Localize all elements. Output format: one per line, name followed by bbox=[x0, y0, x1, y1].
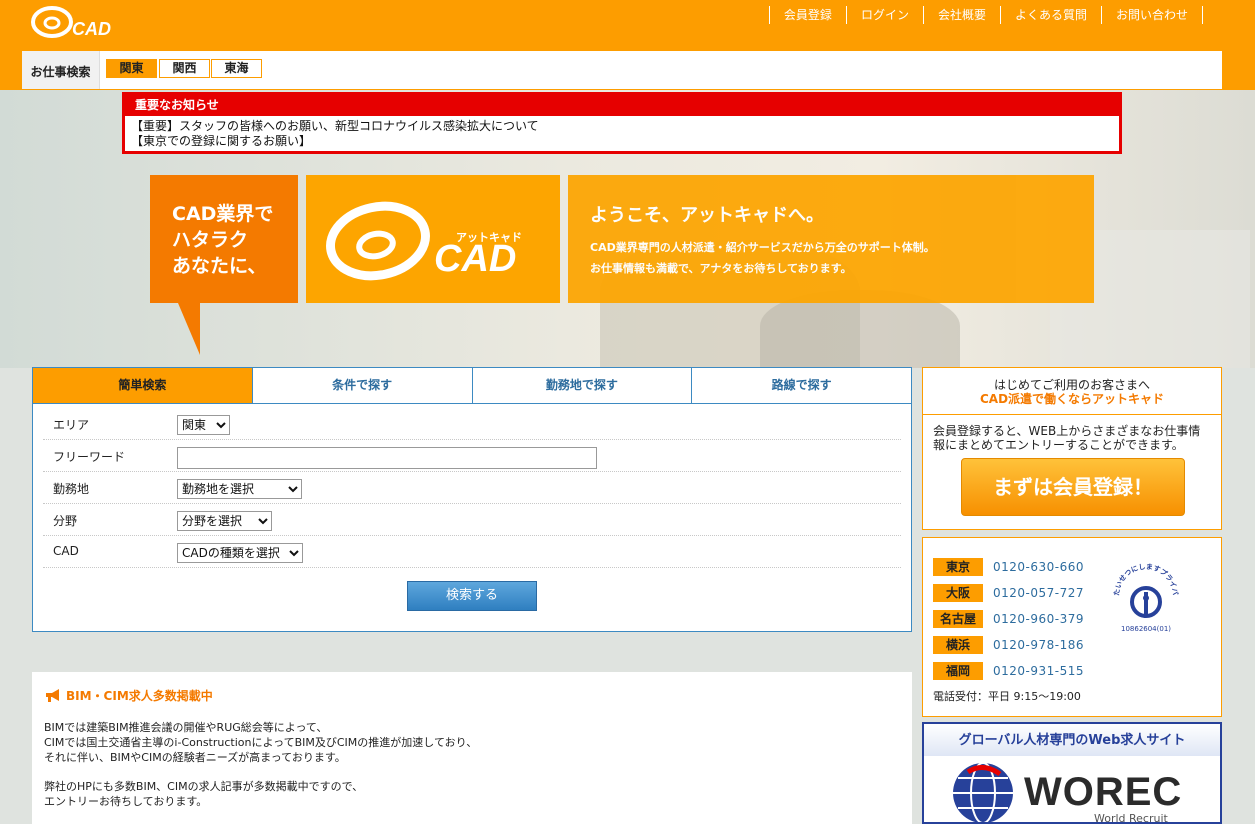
bim-title: BIM・CIM求人多数掲載中 bbox=[44, 686, 902, 704]
field-select[interactable]: 分野を選択 bbox=[177, 511, 272, 531]
city-label: 大阪 bbox=[933, 584, 983, 602]
tab-condition-search[interactable]: 条件で探す bbox=[252, 368, 473, 403]
bim-title-text: BIM・CIM求人多数掲載中 bbox=[66, 688, 213, 703]
nav-login[interactable]: ログイン bbox=[845, 6, 923, 24]
important-notice: 重要なお知らせ 【重要】スタッフの皆様へのお願い、新型コロナウイルス感染拡大につ… bbox=[122, 92, 1122, 154]
tab-simple-search[interactable]: 簡単検索 bbox=[33, 368, 253, 403]
megaphone-icon bbox=[46, 689, 59, 702]
register-desc: 会員登録すると、WEB上からさまざまなお仕事情報にまとめてエントリーすることがで… bbox=[933, 424, 1201, 452]
phone-row: 横浜 0120-978-186 bbox=[933, 632, 1211, 658]
region-kansai[interactable]: 関西 bbox=[159, 59, 210, 78]
hero-catchphrase: CAD業界で ハタラク あなたに、 bbox=[150, 175, 298, 303]
bim-line: エントリーお待ちしております。 bbox=[44, 795, 208, 808]
area-label: エリア bbox=[53, 418, 90, 432]
welcome-desc: CAD業界専門の人材派遣・紹介サービスだから万全のサポート体制。 bbox=[590, 241, 935, 254]
welcome-desc: お仕事情報も満載で、アナタをお待ちしております。 bbox=[590, 262, 852, 275]
city-label: 名古屋 bbox=[933, 610, 983, 628]
bim-line: BIMでは建築BIM推進会議の開催やRUG総会等によって、 bbox=[44, 721, 328, 734]
globe-icon bbox=[953, 762, 1013, 822]
region-tokai[interactable]: 東海 bbox=[211, 59, 262, 78]
phone-number[interactable]: 0120-630-660 bbox=[993, 560, 1084, 574]
nav-register[interactable]: 会員登録 bbox=[768, 6, 846, 24]
register-intro: はじめてご利用のお客さまへ bbox=[993, 378, 1150, 392]
nav-company[interactable]: 会社概要 bbox=[922, 6, 1000, 24]
form-row: フリーワード bbox=[43, 440, 901, 472]
privacy-number: 10862604(01) bbox=[1121, 625, 1171, 633]
worec-name: WOREC bbox=[1024, 770, 1183, 814]
privacy-mark-icon[interactable]: たいせつにしますプライバシー 10862604(01) bbox=[1111, 562, 1181, 634]
bim-line: それに伴い、BIMやCIMの経験者ニーズが高まっております。 bbox=[44, 751, 346, 764]
form-row: 勤務地 勤務地を選択 bbox=[43, 472, 901, 504]
city-label: 福岡 bbox=[933, 662, 983, 680]
job-search-bar: お仕事検索 関東 関西 東海 bbox=[22, 51, 1222, 89]
city-label: 東京 bbox=[933, 558, 983, 576]
phone-number[interactable]: 0120-057-727 bbox=[993, 586, 1084, 600]
area-select[interactable]: 関東 bbox=[177, 415, 230, 435]
catch-line: ハタラク bbox=[172, 229, 249, 251]
phone-panel: 東京 0120-630-660 大阪 0120-057-727 名古屋 0120… bbox=[922, 537, 1222, 717]
hero-logo-box: アットキャド CAD bbox=[306, 175, 560, 303]
logo-text: CAD bbox=[72, 19, 111, 39]
notice-item[interactable]: 【東京での登録に関するお願い】 bbox=[131, 134, 1113, 149]
privacy-arc-text: たいせつにしますプライバシー bbox=[1111, 562, 1179, 596]
catch-line: あなたに、 bbox=[172, 255, 267, 277]
hero-logo-text: CAD bbox=[434, 238, 516, 280]
register-button[interactable]: まずは会員登録！ bbox=[961, 458, 1185, 516]
bim-line: 弊社のHPにも多数BIM、CIMの求人記事が多数掲載中ですので、 bbox=[44, 780, 364, 793]
phone-hours: 電話受付：平日 9:15〜19:00 bbox=[933, 690, 1081, 703]
search-tabs: 簡単検索 条件で探す 勤務地で探す 路線で探す bbox=[33, 368, 911, 404]
cad-select[interactable]: CADの種類を選択 bbox=[177, 543, 303, 563]
phone-number[interactable]: 0120-960-379 bbox=[993, 612, 1084, 626]
worec-subtitle: World Recruit bbox=[1094, 812, 1168, 824]
city-label: 横浜 bbox=[933, 636, 983, 654]
register-panel: はじめてご利用のお客さまへ CAD派遣で働くならアットキャド 会員登録すると、W… bbox=[922, 367, 1222, 530]
worec-title: グローバル人材専門のWeb求人サイト bbox=[924, 724, 1220, 756]
field-label: 分野 bbox=[53, 514, 78, 528]
notice-list: 【重要】スタッフの皆様へのお願い、新型コロナウイルス感染拡大について 【東京での… bbox=[125, 116, 1119, 149]
bim-cim-section: BIM・CIM求人多数掲載中 BIMでは建築BIM推進会議の開催やRUG総会等に… bbox=[32, 672, 912, 824]
form-row: CAD CADの種類を選択 bbox=[43, 536, 901, 568]
register-catch: CAD派遣で働くならアットキャド bbox=[979, 392, 1165, 406]
hero-welcome: ようこそ、アットキャドへ。 CAD業界専門の人材派遣・紹介サービスだから万全のサ… bbox=[568, 175, 1094, 303]
location-select[interactable]: 勤務地を選択 bbox=[177, 479, 302, 499]
site-header: CAD 会員登録 ログイン 会社概要 よくある質問 お問い合わせ お仕事検索 関… bbox=[0, 0, 1255, 90]
top-nav: 会員登録 ログイン 会社概要 よくある質問 お問い合わせ bbox=[768, 6, 1203, 24]
nav-contact[interactable]: お問い合わせ bbox=[1100, 6, 1203, 24]
phone-row: 福岡 0120-931-515 bbox=[933, 658, 1211, 684]
search-panel: 簡単検索 条件で探す 勤務地で探す 路線で探す エリア 関東 フリーワード 勤務… bbox=[32, 367, 912, 632]
catch-line: CAD業界で bbox=[172, 203, 274, 225]
job-search-label: お仕事検索 bbox=[22, 51, 100, 89]
location-label: 勤務地 bbox=[53, 482, 90, 496]
bim-body: BIMでは建築BIM推進会議の開催やRUG総会等によって、 CIMでは国土交通省… bbox=[44, 720, 902, 809]
nav-faq[interactable]: よくある質問 bbox=[999, 6, 1101, 24]
freeword-label: フリーワード bbox=[53, 450, 126, 464]
bim-line: CIMでは国土交通省主導のi-ConstructionによってBIM及びCIMの… bbox=[44, 736, 478, 749]
tab-location-search[interactable]: 勤務地で探す bbox=[472, 368, 693, 403]
search-button[interactable]: 検索する bbox=[407, 581, 537, 611]
freeword-input[interactable] bbox=[177, 447, 597, 469]
phone-number[interactable]: 0120-978-186 bbox=[993, 638, 1084, 652]
welcome-heading: ようこそ、アットキャドへ。 bbox=[590, 205, 824, 226]
cad-label: CAD bbox=[53, 544, 79, 558]
phone-number[interactable]: 0120-931-515 bbox=[993, 664, 1084, 678]
site-logo[interactable]: CAD bbox=[30, 4, 140, 40]
notice-title: 重要なお知らせ bbox=[125, 95, 1119, 116]
notice-item[interactable]: 【重要】スタッフの皆様へのお願い、新型コロナウイルス感染拡大について bbox=[131, 119, 1113, 134]
region-kanto[interactable]: 関東 bbox=[106, 59, 157, 78]
tab-route-search[interactable]: 路線で探す bbox=[692, 368, 911, 403]
search-form: エリア 関東 フリーワード 勤務地 勤務地を選択 分野 分野を選択 CAD CA… bbox=[33, 404, 911, 568]
worec-banner[interactable]: グローバル人材専門のWeb求人サイト WOREC World Recruit bbox=[922, 722, 1222, 824]
hero-logo: アットキャド CAD bbox=[326, 201, 522, 281]
form-row: エリア 関東 bbox=[43, 408, 901, 440]
form-row: 分野 分野を選択 bbox=[43, 504, 901, 536]
